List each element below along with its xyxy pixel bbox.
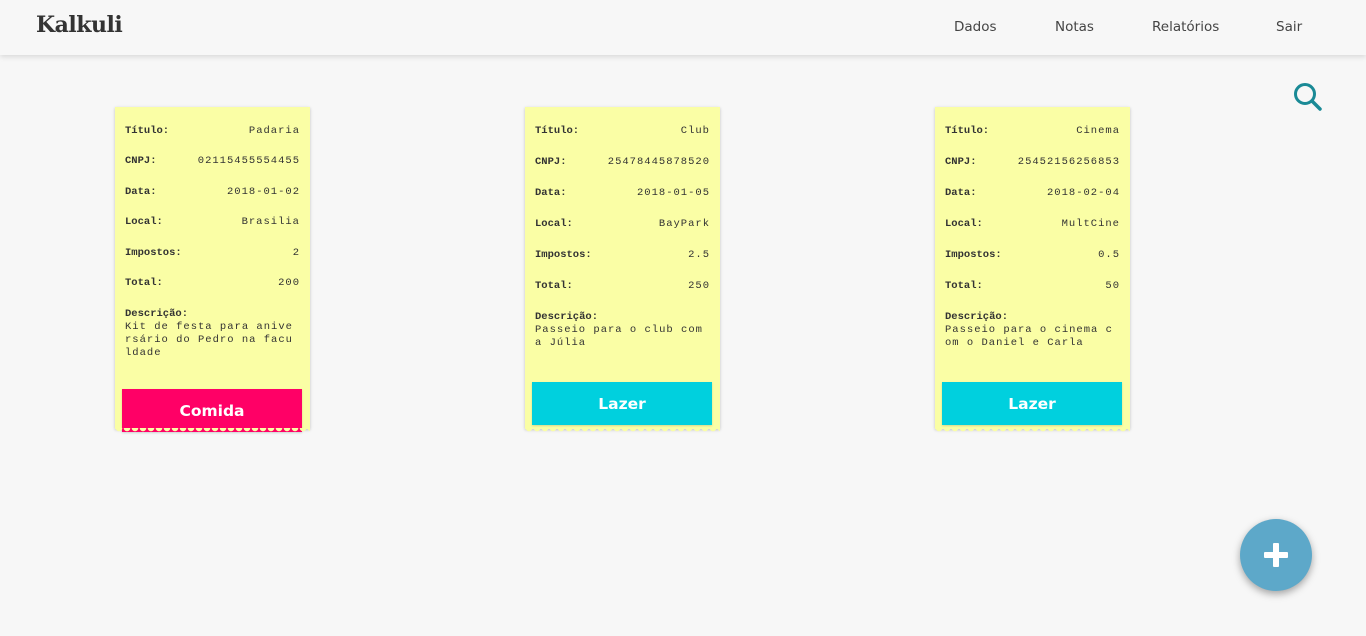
category-tag-button[interactable]: Comida [122, 389, 302, 432]
receipt-card[interactable]: Título: Cinema CNPJ: 25452156256853 Data… [935, 107, 1130, 433]
field-label: Local: [125, 216, 163, 228]
field-label: Título: [125, 125, 170, 137]
plus-icon [1264, 543, 1288, 567]
receipt-row-total: Total: 250 [535, 280, 710, 292]
description-label: Descrição: [535, 311, 599, 323]
receipt-row-cnpj: CNPJ: 02115455554455 [125, 155, 300, 167]
description-label: Descrição: [125, 308, 189, 320]
receipt-row-impostos: Impostos: 2.5 [535, 249, 710, 261]
field-label: CNPJ: [125, 155, 157, 167]
field-value: 50 [1105, 280, 1120, 292]
field-label: Título: [535, 125, 580, 137]
field-value: MultCine [1061, 218, 1120, 230]
field-value: 02115455554455 [197, 155, 300, 167]
receipt-row-data: Data: 2018-01-02 [125, 186, 300, 198]
field-label: Data: [125, 186, 157, 198]
nav-link-notas[interactable]: Notas [1055, 19, 1094, 35]
field-value: Club [680, 125, 710, 137]
receipt-row-titulo: Título: Padaria [125, 125, 300, 137]
field-value: Padaria [248, 125, 300, 137]
field-label: Data: [945, 187, 977, 199]
receipt-row-local: Local: BayPark [535, 218, 710, 230]
category-tag-button[interactable]: Lazer [532, 382, 712, 425]
field-label: Total: [535, 280, 573, 292]
search-icon[interactable] [1292, 81, 1324, 113]
receipt-row-local: Local: Brasilia [125, 216, 300, 228]
receipt-row-cnpj: CNPJ: 25452156256853 [945, 156, 1120, 168]
field-label: Impostos: [125, 247, 182, 259]
navbar: Kalkuli Dados Notas Relatórios Sair [0, 0, 1366, 55]
field-value: 25452156256853 [1017, 156, 1120, 168]
field-label: Impostos: [535, 249, 592, 261]
field-label: CNPJ: [945, 156, 977, 168]
description-text: Passeio para o cinema com o Daniel e Car… [945, 324, 1113, 349]
field-value: Cinema [1076, 125, 1120, 137]
field-label: Local: [535, 218, 573, 230]
add-receipt-button[interactable] [1240, 519, 1312, 591]
receipt-card[interactable]: Título: Padaria CNPJ: 02115455554455 Dat… [115, 107, 310, 433]
category-tag-button[interactable]: Lazer [942, 382, 1122, 425]
field-label: Local: [945, 218, 983, 230]
field-value: 2 [292, 247, 300, 259]
receipt-row-cnpj: CNPJ: 25478445878520 [535, 156, 710, 168]
receipt-row-titulo: Título: Club [535, 125, 710, 137]
receipt-row-total: Total: 50 [945, 280, 1120, 292]
field-value: 0.5 [1098, 249, 1120, 261]
receipt-row-data: Data: 2018-01-05 [535, 187, 710, 199]
field-label: CNPJ: [535, 156, 567, 168]
receipt-row-data: Data: 2018-02-04 [945, 187, 1120, 199]
nav-link-relatorios[interactable]: Relatórios [1152, 19, 1219, 35]
description-label: Descrição: [945, 311, 1009, 323]
field-value: 2018-01-02 [226, 186, 300, 198]
field-value: 2.5 [688, 249, 710, 261]
nav-link-sair[interactable]: Sair [1276, 19, 1302, 35]
receipt-row-titulo: Título: Cinema [945, 125, 1120, 137]
receipt-row-total: Total: 200 [125, 277, 300, 289]
field-value: BayPark [658, 218, 710, 230]
field-label: Título: [945, 125, 990, 137]
description-text: Kit de festa para aniversário do Pedro n… [125, 321, 293, 359]
receipt-row-impostos: Impostos: 2 [125, 247, 300, 259]
field-value: 25478445878520 [607, 156, 710, 168]
field-label: Total: [125, 277, 163, 289]
field-value: Brasilia [241, 216, 300, 228]
brand-logo[interactable]: Kalkuli [36, 12, 123, 38]
receipt-row-local: Local: MultCine [945, 218, 1120, 230]
field-label: Total: [945, 280, 983, 292]
nav-link-dados[interactable]: Dados [954, 19, 997, 35]
description-text: Passeio para o club com a Júlia [535, 324, 703, 349]
field-value: 2018-02-04 [1046, 187, 1120, 199]
receipt-card[interactable]: Título: Club CNPJ: 25478445878520 Data: … [525, 107, 720, 433]
field-value: 2018-01-05 [636, 187, 710, 199]
field-value: 200 [278, 277, 300, 289]
field-value: 250 [688, 280, 710, 292]
receipt-row-impostos: Impostos: 0.5 [945, 249, 1120, 261]
field-label: Impostos: [945, 249, 1002, 261]
field-label: Data: [535, 187, 567, 199]
